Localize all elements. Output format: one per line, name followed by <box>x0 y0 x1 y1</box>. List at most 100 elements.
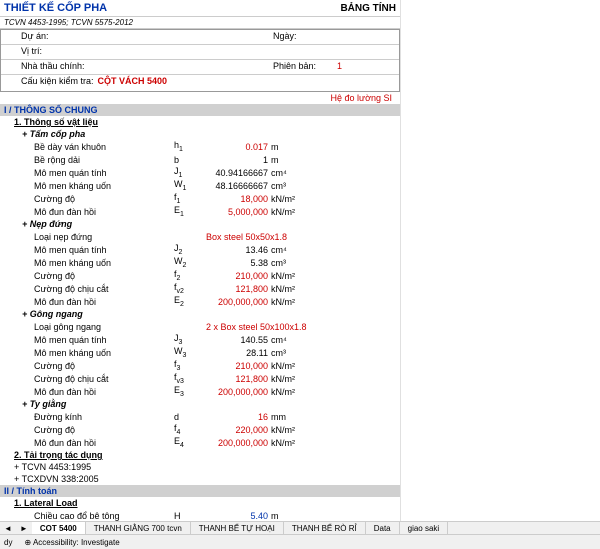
section-1-header: I / THÔNG SỐ CHUNG <box>0 104 400 116</box>
val-phienban[interactable]: 1 <box>335 60 399 74</box>
val-duan[interactable] <box>73 30 271 44</box>
unit: m <box>268 142 311 152</box>
sym: E4 <box>174 436 206 449</box>
val[interactable]: 220,000 <box>206 425 268 435</box>
unit: kN/m² <box>268 297 311 307</box>
lbl: Mô men quán tính <box>4 335 174 345</box>
unit: mm <box>268 412 311 422</box>
unit: cm³ <box>268 258 311 268</box>
sheet-tabs: ◄ ► COT 5400 THANH GIẰNG 700 tcvn THANH … <box>0 521 600 535</box>
val[interactable]: 0.017 <box>206 142 268 152</box>
grp-gong: + Gông ngang <box>0 308 400 320</box>
unit: cm⁴ <box>268 335 311 345</box>
unit: cm³ <box>268 181 311 191</box>
val[interactable]: 13.46 <box>206 245 268 255</box>
he-do-luong: Hệ đo lường SI <box>0 92 400 104</box>
unit: kN/m² <box>268 425 311 435</box>
sym: f3 <box>174 359 206 372</box>
val-vitri[interactable] <box>73 45 271 59</box>
label-nhathau: Nhà thầu chính: <box>1 60 103 74</box>
sym: b <box>174 155 206 165</box>
unit: m <box>268 155 311 165</box>
unit: kN/m² <box>268 361 311 371</box>
val[interactable]: 16 <box>206 412 268 422</box>
val[interactable]: 200,000,000 <box>206 387 268 397</box>
tcvn-ref: TCVN 4453-1995; TCVN 5575-2012 <box>0 17 400 29</box>
sym: J3 <box>174 333 206 346</box>
val[interactable]: 121,800 <box>206 374 268 384</box>
val[interactable]: 5.40 <box>206 511 268 521</box>
val[interactable]: 140.55 <box>206 335 268 345</box>
lbl: Mô men kháng uốn <box>4 348 174 358</box>
val-ngay[interactable] <box>335 30 399 44</box>
sym: W2 <box>174 256 206 269</box>
unit: kN/m² <box>268 194 311 204</box>
sym: J2 <box>174 243 206 256</box>
lbl: Cường độ chịu cắt <box>4 374 174 384</box>
val-caukien[interactable]: CỘT VÁCH 5400 <box>98 76 168 90</box>
val[interactable]: 28.11 <box>206 348 268 358</box>
lbl: Loại nẹp đứng <box>4 232 174 242</box>
sym: E3 <box>174 385 206 398</box>
sym: H <box>174 511 206 521</box>
lbl: Mô men quán tính <box>4 245 174 255</box>
label-phienban: Phiên bản: <box>271 60 335 74</box>
bang-tinh: BẢNG TÍNH <box>340 3 396 14</box>
unit: cm³ <box>268 348 311 358</box>
unit: m <box>268 511 311 521</box>
val[interactable]: 121,800 <box>206 284 268 294</box>
val[interactable]: 210,000 <box>206 361 268 371</box>
sym: fv2 <box>174 282 206 295</box>
lbl: Mô đun đàn hồi <box>4 297 174 307</box>
val[interactable]: 200,000,000 <box>206 438 268 448</box>
unit: kN/m² <box>268 284 311 294</box>
val[interactable]: 5,000,000 <box>206 207 268 217</box>
lbl: Bề dày ván khuôn <box>4 142 174 152</box>
lbl: Mô đun đàn hồi <box>4 387 174 397</box>
meta-block: Dự án: Ngày: Vị trí: Nhà thầu chính: Phi… <box>0 29 400 92</box>
val[interactable]: 200,000,000 <box>206 297 268 307</box>
unit: cm⁴ <box>268 245 311 255</box>
lbl: Chiều cao đổ bê tông <box>4 511 174 521</box>
sym: fv3 <box>174 372 206 385</box>
sub-thongso: 1. Thông số vật liệu <box>0 116 400 128</box>
lbl: Mô đun đàn hồi <box>4 438 174 448</box>
val[interactable]: 5.38 <box>206 258 268 268</box>
unit: kN/m² <box>268 387 311 397</box>
val[interactable]: 1 <box>206 155 268 165</box>
val-nhathau[interactable] <box>103 60 271 74</box>
val[interactable]: 210,000 <box>206 271 268 281</box>
unit: kN/m² <box>268 271 311 281</box>
val[interactable]: 18,000 <box>206 194 268 204</box>
val[interactable]: 48.16666667 <box>206 181 268 191</box>
lbl: Cường độ <box>4 271 174 281</box>
lbl: Cường độ <box>4 425 174 435</box>
grp-ty: + Ty giằng <box>0 398 400 410</box>
unit: kN/m² <box>268 207 311 217</box>
val[interactable]: 40.94166667 <box>206 168 268 178</box>
sym: h1 <box>174 140 206 153</box>
lbl: Cường độ <box>4 361 174 371</box>
sym: E1 <box>174 205 206 218</box>
val[interactable]: 2 x Box steel 50x100x1.8 <box>206 322 326 332</box>
tai-1: + TCVN 4453:1995 <box>0 461 400 473</box>
unit: cm⁴ <box>268 168 311 178</box>
sub-tai: 2. Tải trọng tác dụng <box>0 449 400 461</box>
status-ready: dy <box>4 538 12 547</box>
unit: kN/m² <box>268 438 311 448</box>
lbl: Đường kính <box>4 412 174 422</box>
section-2-header: II / Tính toán <box>0 485 400 497</box>
lbl: Cường độ chịu cắt <box>4 284 174 294</box>
status-bar: dy ⊕ Accessibility: Investigate <box>0 534 600 549</box>
tai-2: + TCXDVN 338:2005 <box>0 473 400 485</box>
val[interactable]: Box steel 50x50x1.8 <box>206 232 326 242</box>
lbl: Mô men kháng uốn <box>4 181 174 191</box>
sym: W1 <box>174 179 206 192</box>
sub-lateral: 1. Lateral Load <box>0 497 400 509</box>
status-accessibility[interactable]: ⊕ Accessibility: Investigate <box>24 538 119 547</box>
unit: kN/m² <box>268 374 311 384</box>
sym: W3 <box>174 346 206 359</box>
sym: f4 <box>174 423 206 436</box>
grp-tam: + Tấm cốp pha <box>0 128 400 140</box>
label-ngay: Ngày: <box>271 30 335 44</box>
